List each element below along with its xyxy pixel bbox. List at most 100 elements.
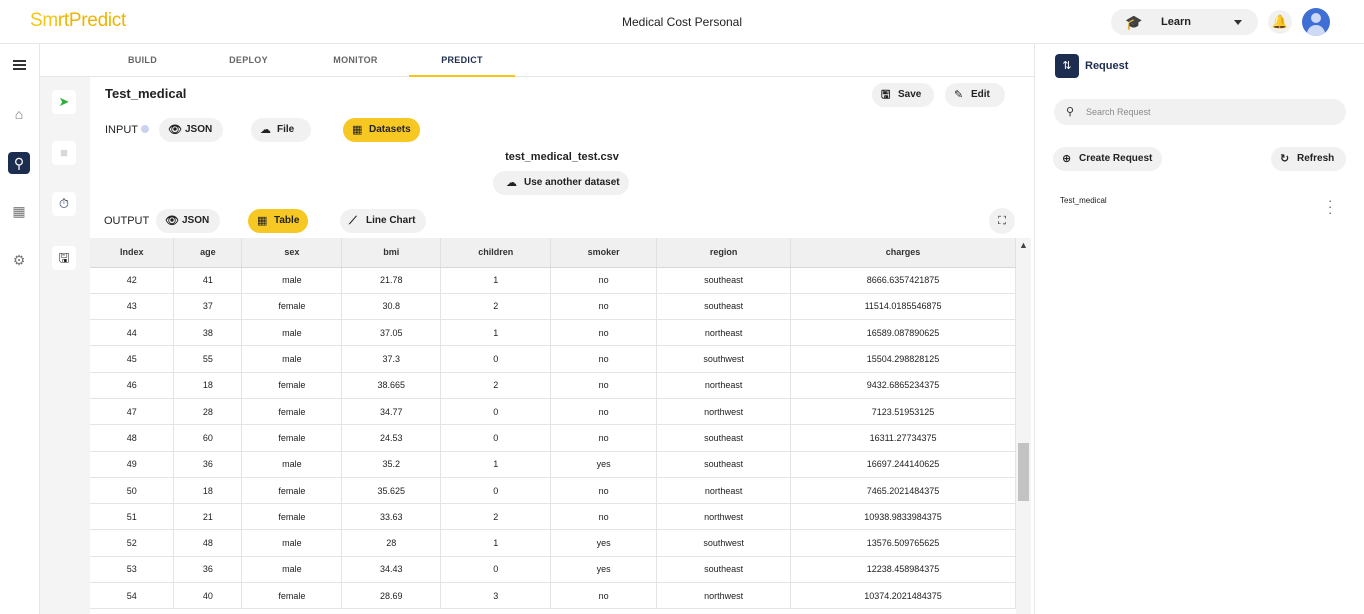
create-request-button[interactable]: ⊕ Create Request <box>1053 147 1162 171</box>
table-cell: 16697.244140625 <box>790 451 1016 478</box>
input-file-button[interactable]: ☁ File <box>251 118 311 142</box>
bell-icon[interactable]: 🔔 <box>1268 10 1292 34</box>
eye-icon: 👁 <box>168 124 182 136</box>
table-cell: 46 <box>90 372 175 399</box>
table-cell: 0 <box>440 424 552 452</box>
request-list-item[interactable]: Test_medical <box>1060 196 1107 205</box>
column-header[interactable]: sex <box>241 238 343 268</box>
eye-icon: 👁 <box>165 215 179 227</box>
table-cell: 48 <box>90 424 175 452</box>
use-another-dataset-button[interactable]: ☁ Use another dataset <box>493 171 629 195</box>
refresh-button[interactable]: ↻ Refresh <box>1271 147 1346 171</box>
send-icon[interactable]: ➤ <box>52 90 76 114</box>
column-header[interactable]: children <box>440 238 552 268</box>
module-tabs: BUILD DEPLOY MONITOR PREDICT <box>40 44 1034 77</box>
table-row: 52 48 male 28 1 yes southwest 13576.509765625 <box>90 529 1016 557</box>
table-cell: 18 <box>173 477 243 505</box>
table-cell: male <box>241 319 343 347</box>
save-icon[interactable]: 🖫 <box>52 246 76 270</box>
table-cell: southwest <box>656 529 792 557</box>
table-cell: 50 <box>90 477 175 505</box>
tab-predict[interactable]: PREDICT <box>409 44 515 77</box>
avatar[interactable] <box>1302 8 1330 36</box>
table-cell: 40 <box>173 582 243 610</box>
table-cell: 2 <box>440 372 552 399</box>
table-cell: female <box>241 582 343 610</box>
column-header[interactable]: Index <box>90 238 175 268</box>
search-request-input[interactable] <box>1054 99 1346 125</box>
table-cell: 28 <box>173 398 243 426</box>
chevron-up-icon[interactable]: ▲ <box>1019 240 1028 250</box>
save-button[interactable]: 🖫 Save <box>872 83 934 107</box>
table-row: 43 37 female 30.8 2 no southeast 11514.01855468… <box>90 293 1016 321</box>
table-row: 50 18 female 35.625 0 no northeast 7465.2021484… <box>90 477 1016 505</box>
table-cell: northeast <box>656 319 792 347</box>
table-row: 42 41 male 21.78 1 no southeast 8666.6357421875 <box>90 267 1016 294</box>
home-icon[interactable]: ⌂ <box>8 103 30 125</box>
table-cell: male <box>241 345 343 373</box>
table-cell: 28.69 <box>341 582 442 610</box>
fullscreen-icon[interactable]: ⛶ <box>989 208 1015 234</box>
table-cell: 37.3 <box>341 345 442 373</box>
table-cell: 16589.087890625 <box>790 319 1016 347</box>
table-row: 51 21 female 33.63 2 no northwest 10938.9833984… <box>90 503 1016 531</box>
stop-icon[interactable]: ■ <box>52 141 76 165</box>
table-cell: southeast <box>656 424 792 452</box>
gear-icon[interactable]: ⚙ <box>8 249 30 271</box>
output-label: OUTPUT <box>104 215 150 227</box>
table-row: 48 60 female 24.53 0 no southeast 16311.2773437… <box>90 424 1016 452</box>
output-json-button[interactable]: 👁 JSON <box>156 209 220 233</box>
workflow-icon[interactable]: ⚲ <box>8 152 30 174</box>
table-cell: 60 <box>173 424 243 452</box>
table-cell: 36 <box>173 556 243 584</box>
input-json-button[interactable]: 👁 JSON <box>159 118 223 142</box>
pencil-icon: ✎ <box>954 89 964 101</box>
dataset-icon[interactable]: ▦ <box>8 200 30 222</box>
predict-side-column: ➤ ■ ⏱ 🖫 <box>40 77 90 614</box>
table-cell: no <box>550 398 658 426</box>
tab-deploy[interactable]: DEPLOY <box>206 44 291 77</box>
scrollbar-thumb[interactable] <box>1018 443 1029 501</box>
request-name: Test_medical <box>105 86 187 101</box>
table-cell: 33.63 <box>341 503 442 531</box>
table-cell: male <box>241 451 343 478</box>
table-row: 44 38 male 37.05 1 no northeast 16589.087890625 <box>90 319 1016 347</box>
tab-build[interactable]: BUILD <box>100 44 185 77</box>
learn-dropdown[interactable]: 🎓 Learn <box>1111 9 1258 35</box>
table-cell: 9432.6865234375 <box>790 372 1016 399</box>
table-cell: 45 <box>90 345 175 373</box>
input-datasets-button[interactable]: ▦ Datasets <box>343 118 420 142</box>
refresh-icon: ↻ <box>1280 153 1290 165</box>
column-header[interactable]: bmi <box>341 238 442 268</box>
table-cell: northeast <box>656 477 792 505</box>
table-cell: 10938.9833984375 <box>790 503 1016 531</box>
edit-button[interactable]: ✎ Edit <box>945 83 1005 107</box>
table-cell: 49 <box>90 451 175 478</box>
table-cell: 0 <box>440 477 552 505</box>
search-icon: ⚲ <box>1066 106 1075 118</box>
table-cell: southeast <box>656 451 792 478</box>
table-cell: 10374.2021484375 <box>790 582 1016 610</box>
table-cell: 47 <box>90 398 175 426</box>
table-cell: 36 <box>173 451 243 478</box>
timer-icon[interactable]: ⏱ <box>52 192 76 216</box>
table-cell: 2 <box>440 503 552 531</box>
table-cell: 52 <box>90 529 175 557</box>
output-line-chart-button[interactable]: ⟋ Line Chart <box>340 209 426 233</box>
column-header[interactable]: region <box>656 238 792 268</box>
more-vertical-icon[interactable]: · · · <box>1328 194 1332 219</box>
hamburger-menu-icon[interactable] <box>8 58 30 80</box>
table-cell: no <box>550 424 658 452</box>
column-header[interactable]: smoker <box>550 238 658 268</box>
cloud-upload-icon: ☁ <box>506 177 517 189</box>
output-table-button[interactable]: ▦ Table <box>248 209 308 233</box>
column-header[interactable]: age <box>173 238 243 268</box>
table-cell: no <box>550 372 658 399</box>
table-cell: 53 <box>90 556 175 584</box>
table-cell: 0 <box>440 556 552 584</box>
table-cell: female <box>241 372 343 399</box>
column-header[interactable]: charges <box>790 238 1016 268</box>
tab-monitor[interactable]: MONITOR <box>313 44 398 77</box>
table-cell: female <box>241 398 343 426</box>
table-scrollbar[interactable]: ▲ <box>1016 238 1031 614</box>
